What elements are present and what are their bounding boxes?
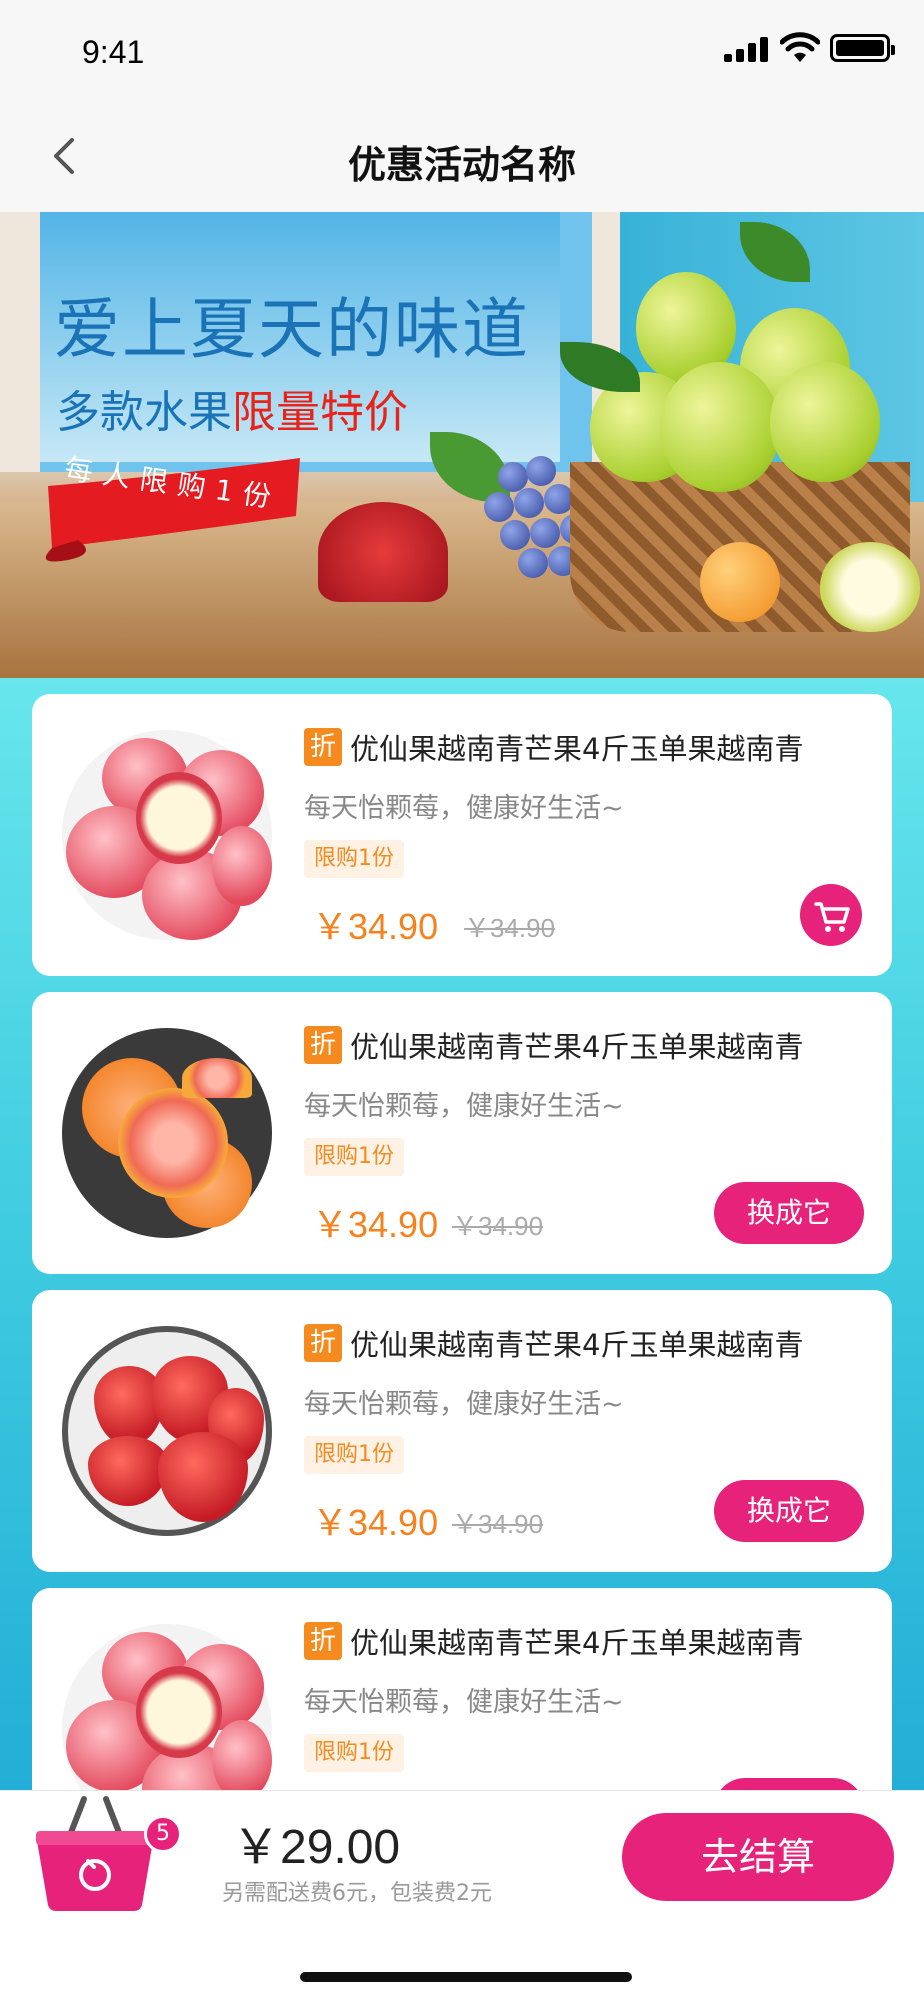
- status-time: 9:41: [82, 34, 145, 70]
- pomegranate-image: [318, 502, 448, 602]
- wifi-icon: [780, 32, 820, 62]
- product-card[interactable]: 折 优仙果越南青芒果4斤玉单果越南青 每天怡颗莓，健康好生活~ 限购1份: [32, 1588, 892, 1790]
- cart-icon: [814, 902, 850, 932]
- cellular-signal-icon: [724, 36, 768, 62]
- product-title: 优仙果越南青芒果4斤玉单果越南青: [350, 1328, 804, 1362]
- promo-banner: 爱上夏天的味道 多款水果限量特价 每人限购1份: [0, 212, 924, 678]
- product-description: 每天怡颗莓，健康好生活~: [304, 793, 624, 824]
- product-card[interactable]: 折 优仙果越南青芒果4斤玉单果越南青 每天怡颗莓，健康好生活~ 限购1份 ￥34…: [32, 1290, 892, 1572]
- product-card[interactable]: 折 优仙果越南青芒果4斤玉单果越南青 每天怡颗莓，健康好生活~ 限购1份 ￥34…: [32, 694, 892, 976]
- battery-icon: [830, 34, 895, 62]
- cart-total: ￥29.00: [232, 1821, 401, 1874]
- product-title: 优仙果越南青芒果4斤玉单果越南青: [350, 732, 804, 766]
- product-title: 优仙果越南青芒果4斤玉单果越南青: [350, 1626, 804, 1660]
- apple-product-image: [62, 1624, 272, 1790]
- limit-badge: 限购1份: [304, 1734, 404, 1772]
- product-description: 每天怡颗莓，健康好生活~: [304, 1687, 624, 1718]
- shopping-basket-icon[interactable]: [30, 1791, 160, 1915]
- checkout-button[interactable]: 去结算: [622, 1813, 894, 1901]
- limit-badge: 限购1份: [304, 1436, 404, 1474]
- limit-badge: 限购1份: [304, 840, 404, 878]
- apple-product-image: [62, 730, 272, 940]
- discount-tag: 折: [304, 1622, 342, 1660]
- product-description: 每天怡颗莓，健康好生活~: [304, 1389, 624, 1420]
- fee-note: 另需配送费6元，包装费2元: [222, 1881, 492, 1906]
- original-price: ￥34.90: [464, 913, 556, 943]
- cart-count-badge: 5: [144, 1815, 182, 1853]
- product-card[interactable]: 折 优仙果越南青芒果4斤玉单果越南青 每天怡颗莓，健康好生活~ 限购1份 ￥34…: [32, 992, 892, 1274]
- banner-subline: 多款水果限量特价: [56, 376, 408, 440]
- product-description: 每天怡颗莓，健康好生活~: [304, 1091, 624, 1122]
- swap-button[interactable]: [714, 1778, 864, 1790]
- discount-tag: 折: [304, 728, 342, 766]
- banner-headline: 爱上夏天的味道: [54, 291, 530, 368]
- swap-button[interactable]: 换成它: [714, 1182, 864, 1244]
- home-indicator: [300, 1972, 632, 1982]
- product-price: ￥34.90: [312, 906, 439, 947]
- banner-subline-highlight: 限量特价: [232, 387, 408, 438]
- cart-bar: 5 ￥29.00 另需配送费6元，包装费2元 去结算: [0, 1790, 924, 1922]
- original-price: ￥34.90: [452, 1509, 544, 1539]
- discount-tag: 折: [304, 1026, 342, 1064]
- original-price: ￥34.90: [452, 1211, 544, 1241]
- page-title: 优惠活动名称: [347, 143, 576, 187]
- limit-badge: 限购1份: [304, 1138, 404, 1176]
- discount-tag: 折: [304, 1324, 342, 1362]
- banner-subline-prefix: 多款水果: [56, 387, 232, 438]
- apricot-image: [700, 542, 780, 622]
- strawberry-product-image: [62, 1326, 272, 1536]
- product-title: 优仙果越南青芒果4斤玉单果越南青: [350, 1030, 804, 1064]
- product-price: ￥34.90: [312, 1204, 439, 1245]
- swap-button[interactable]: 换成它: [714, 1480, 864, 1542]
- add-to-cart-button[interactable]: [800, 884, 862, 946]
- product-list: 折 优仙果越南青芒果4斤玉单果越南青 每天怡颗莓，健康好生活~ 限购1份 ￥34…: [0, 678, 924, 1790]
- product-price: ￥34.90: [312, 1502, 439, 1543]
- status-bar: 9:41: [0, 0, 924, 100]
- grapefruit-product-image: [62, 1028, 272, 1238]
- nav-bar: 优惠活动名称: [0, 100, 924, 212]
